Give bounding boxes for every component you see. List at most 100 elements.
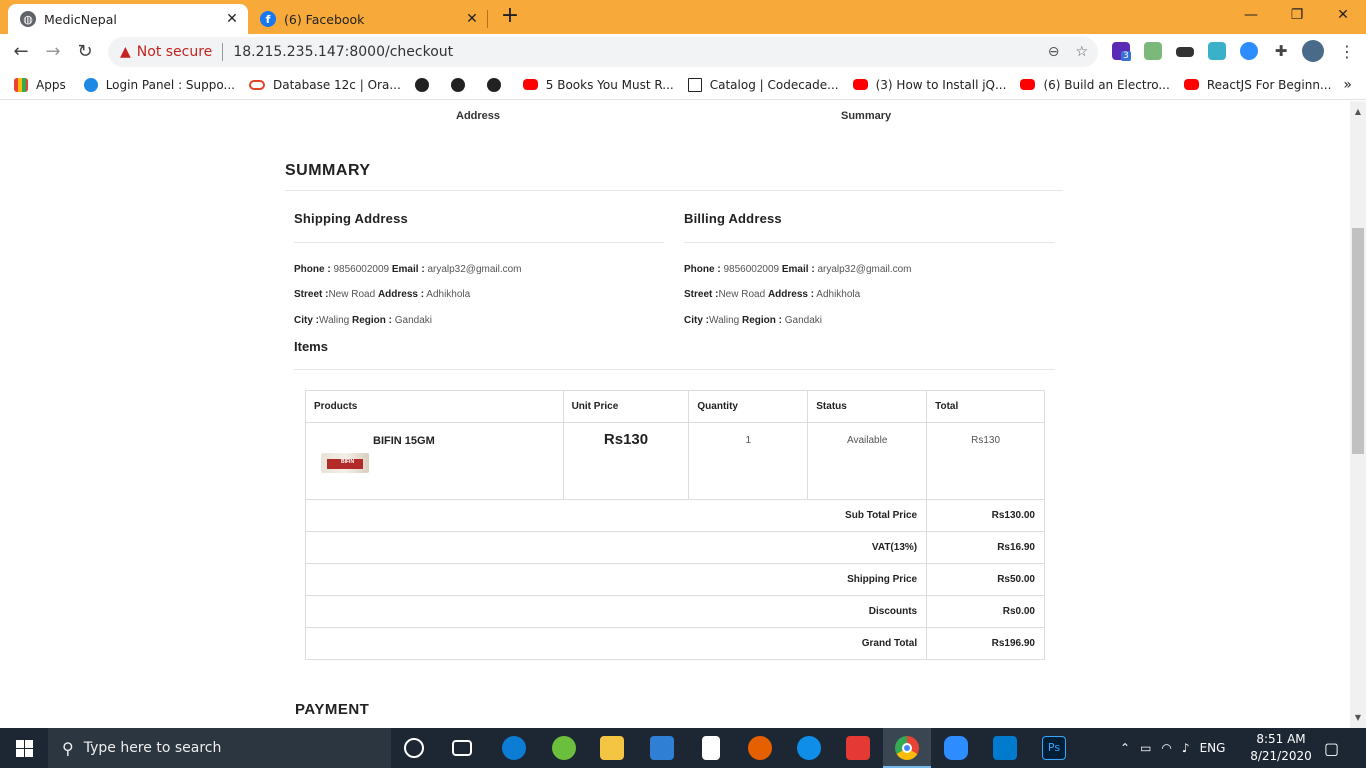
- start-button[interactable]: [0, 728, 48, 768]
- puzzle-extensions-icon[interactable]: ✚: [1272, 42, 1290, 60]
- shipping-row: Shipping Price Rs50.00: [304, 563, 1045, 596]
- total-label: Sub Total Price: [304, 499, 928, 532]
- file-explorer-icon[interactable]: [600, 736, 624, 760]
- windows-taskbar: ⚲ Type here to search Ps ⌃ ▭ ◠ ♪ ENG 8:5…: [0, 728, 1366, 768]
- minimize-button[interactable]: —: [1228, 4, 1274, 26]
- bookmark-item[interactable]: 5 Books You Must R...: [522, 77, 674, 92]
- extension-icon[interactable]: 3: [1112, 42, 1131, 61]
- back-icon[interactable]: ←: [8, 40, 34, 66]
- tab-facebook[interactable]: f (6) Facebook ✕: [248, 4, 488, 34]
- divider: [222, 43, 224, 61]
- tab-medicnepal[interactable]: ◍ MedicNepal ✕: [8, 4, 248, 34]
- scrollbar-thumb[interactable]: [1352, 228, 1364, 454]
- discount-row: Discounts Rs0.00: [304, 595, 1045, 628]
- bookmark-star-icon[interactable]: ☆: [1075, 44, 1088, 60]
- bookmark-item[interactable]: Database 12c | Ora...: [248, 78, 401, 92]
- notification-icon[interactable]: ▢: [1324, 728, 1339, 768]
- close-tab-icon[interactable]: ✕: [462, 11, 482, 27]
- extension-icon[interactable]: [1208, 42, 1226, 60]
- zoom-icon[interactable]: ⊖: [1048, 44, 1060, 60]
- apps-grid-icon: [14, 77, 28, 92]
- shipping-phone-email: Phone : 9856002009 Email : aryalp32@gmai…: [294, 264, 522, 275]
- billing-address-heading: Billing Address: [684, 211, 782, 226]
- forward-icon[interactable]: →: [40, 40, 66, 66]
- chevron-up-icon[interactable]: ⌃: [1120, 741, 1130, 755]
- zoom-app-icon[interactable]: [1240, 42, 1258, 60]
- anydesk-icon[interactable]: [846, 736, 870, 760]
- document-icon[interactable]: [702, 736, 720, 760]
- close-window-button[interactable]: ✕: [1320, 4, 1366, 26]
- profile-avatar[interactable]: [1302, 40, 1324, 62]
- youtube-icon: [852, 79, 868, 90]
- close-tab-icon[interactable]: ✕: [222, 11, 242, 27]
- bookmark-item[interactable]: [414, 77, 437, 92]
- photoshop-icon[interactable]: Ps: [1042, 736, 1066, 760]
- windows-logo-icon: [15, 739, 33, 757]
- vscode-icon[interactable]: [993, 736, 1017, 760]
- items-heading: Items: [294, 339, 328, 354]
- step-summary[interactable]: Summary: [841, 110, 891, 122]
- new-tab-button[interactable]: +: [498, 5, 522, 29]
- bookmark-item[interactable]: [450, 77, 473, 92]
- bookmark-item[interactable]: ReactJS For Beginn...: [1183, 77, 1332, 92]
- url-text[interactable]: 18.215.235.147:8000/checkout: [233, 44, 453, 60]
- payment-heading: PAYMENT: [295, 701, 370, 718]
- bookmark-label: (6) Build an Electro...: [1043, 77, 1170, 92]
- globe-icon: ◍: [20, 11, 36, 27]
- scroll-down-icon[interactable]: ▼: [1350, 713, 1366, 722]
- teamviewer-icon[interactable]: [797, 736, 821, 760]
- bookmark-label: (3) How to Install jQ...: [875, 77, 1007, 92]
- product-name[interactable]: BIFIN 15GM: [373, 435, 435, 447]
- globe-icon: [450, 77, 465, 92]
- bookmark-label: 5 Books You Must R...: [545, 77, 674, 92]
- chrome-taskbar-active[interactable]: [883, 728, 931, 768]
- cortana-icon[interactable]: [404, 738, 424, 758]
- table-header-row: Products Unit Price Quantity Status Tota…: [305, 390, 1045, 423]
- grand-total-row: Grand Total Rs196.90: [304, 627, 1045, 660]
- utorrent-icon[interactable]: [552, 736, 576, 760]
- browser-tab-strip: ◍ MedicNepal ✕ f (6) Facebook ✕ + — ❐ ✕: [0, 0, 1366, 34]
- volume-icon[interactable]: ♪: [1182, 741, 1190, 755]
- shipping-address-heading: Shipping Address: [294, 211, 408, 226]
- bookmark-apps[interactable]: Apps: [14, 77, 66, 92]
- search-icon: ⚲: [62, 738, 74, 758]
- wifi-icon[interactable]: ◠: [1161, 741, 1171, 755]
- security-status[interactable]: Not secure: [137, 44, 213, 60]
- youtube-icon: [1183, 79, 1199, 90]
- mail-icon[interactable]: [650, 736, 674, 760]
- bookmark-label: ReactJS For Beginn...: [1206, 77, 1332, 92]
- search-placeholder: Type here to search: [83, 740, 222, 756]
- language-indicator[interactable]: ENG: [1200, 741, 1226, 755]
- bookmark-item[interactable]: (6) Build an Electro...: [1020, 77, 1170, 92]
- restore-button[interactable]: ❐: [1274, 4, 1320, 26]
- extension-icon[interactable]: [1144, 42, 1162, 60]
- battery-icon[interactable]: ▭: [1140, 741, 1151, 755]
- firefox-icon[interactable]: [748, 736, 772, 760]
- bookmark-label: Catalog | Codecade...: [709, 77, 839, 92]
- tab-divider: [487, 10, 488, 28]
- scroll-up-icon[interactable]: ▲: [1350, 107, 1366, 116]
- address-bar[interactable]: ▲ Not secure 18.215.235.147:8000/checkou…: [108, 37, 1098, 67]
- page-scrollbar[interactable]: ▲ ▼: [1350, 101, 1366, 728]
- globe-icon: [486, 77, 501, 92]
- bookmark-item[interactable]: [486, 77, 509, 92]
- task-view-icon[interactable]: [452, 740, 472, 756]
- total-label: Shipping Price: [304, 563, 928, 596]
- youtube-icon: [522, 79, 538, 90]
- menu-kebab-icon[interactable]: ⋮: [1334, 40, 1360, 66]
- bookmark-item[interactable]: Catalog | Codecade...: [687, 77, 839, 92]
- login-icon: [83, 77, 98, 92]
- reload-icon[interactable]: ↻: [72, 40, 98, 66]
- total-value: Rs16.90: [926, 531, 1045, 564]
- edge-icon[interactable]: [502, 736, 526, 760]
- bookmark-item[interactable]: (3) How to Install jQ...: [852, 77, 1007, 92]
- taskbar-search[interactable]: ⚲ Type here to search: [48, 728, 391, 768]
- taskbar-clock[interactable]: 8:51 AM 8/21/2020: [1248, 731, 1314, 765]
- chevron-more-icon[interactable]: »: [1343, 77, 1352, 93]
- zoom-app-icon[interactable]: [944, 736, 968, 760]
- column-header: Products: [305, 390, 564, 423]
- extension-icon[interactable]: [1176, 47, 1194, 57]
- bookmarks-bar: Apps Login Panel : Suppo... Database 12c…: [0, 70, 1366, 100]
- bookmark-item[interactable]: Login Panel : Suppo...: [83, 77, 235, 92]
- step-address[interactable]: Address: [456, 110, 500, 122]
